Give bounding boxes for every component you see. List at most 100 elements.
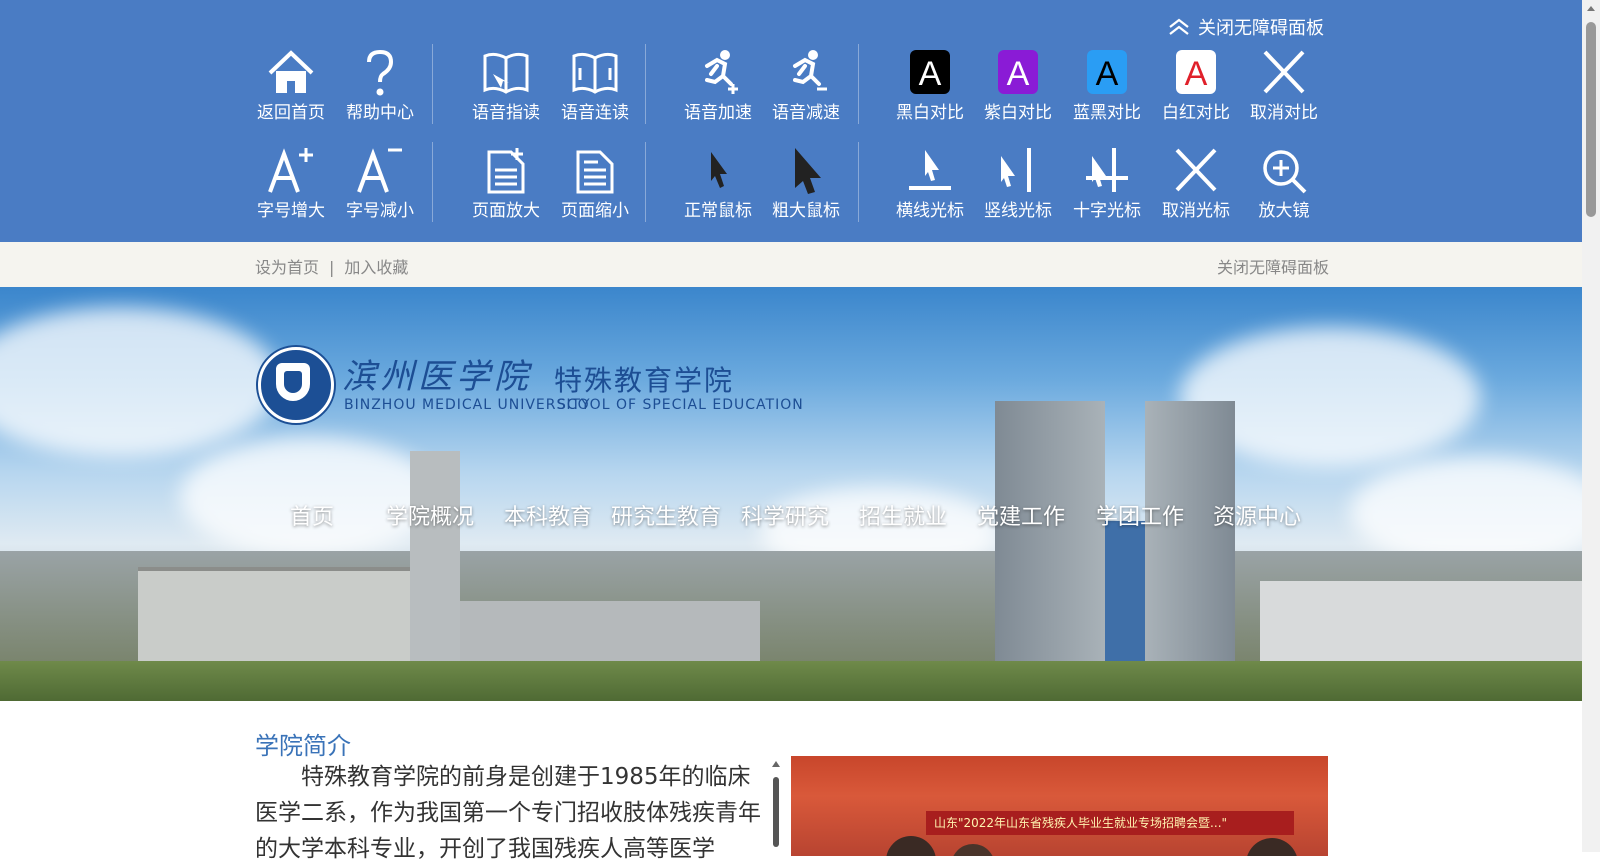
cancel-contrast-button[interactable]: 取消对比 xyxy=(1240,44,1328,136)
news-photo[interactable]: 山东"2022年山东省残疾人毕业生就业专场招聘会暨..." xyxy=(791,756,1328,856)
divider xyxy=(858,142,859,222)
page-zoom-in-icon xyxy=(487,148,525,194)
voice-continuous-label: 语音连读 xyxy=(561,103,629,123)
nav-undergraduate[interactable]: 本科教育 xyxy=(504,499,592,530)
link-separator: | xyxy=(329,258,335,277)
contrast-black-white-button[interactable]: A 黑白对比 xyxy=(886,44,974,136)
scroll-up-icon[interactable] xyxy=(772,761,780,767)
contrast-white-red-icon: A xyxy=(1176,50,1216,94)
cursor-hline-icon xyxy=(909,150,951,190)
contrast-purple-white-label: 紫白对比 xyxy=(984,103,1052,123)
cursor-cross-button[interactable]: 十字光标 xyxy=(1063,142,1151,234)
font-decrease-label: 字号减小 xyxy=(346,201,414,221)
set-homepage-link[interactable]: 设为首页 xyxy=(255,258,319,277)
close-panel-button[interactable]: 关闭无障碍面板 xyxy=(1168,14,1324,40)
voice-speedup-label: 语音加速 xyxy=(684,103,752,123)
contrast-blue-black-button[interactable]: A 蓝黑对比 xyxy=(1063,44,1151,136)
page-zoom-out-button[interactable]: 页面缩小 xyxy=(551,142,639,234)
page-zoom-out-label: 页面缩小 xyxy=(561,201,629,221)
contrast-blue-black-icon: A xyxy=(1087,50,1127,94)
cursor-cross-icon xyxy=(1086,148,1128,192)
school-name-cn: 特殊教育学院 xyxy=(554,364,735,397)
help-label: 帮助中心 xyxy=(346,103,414,123)
photo-banner: 山东"2022年山东省残疾人毕业生就业专场招聘会暨..." xyxy=(926,811,1294,835)
voice-slowdown-label: 语音减速 xyxy=(772,103,840,123)
nav-student-affairs[interactable]: 学团工作 xyxy=(1096,499,1184,530)
add-bookmark-link[interactable]: 加入收藏 xyxy=(344,258,408,277)
runner-plus-icon xyxy=(705,50,738,94)
svg-text:A: A xyxy=(1096,55,1119,93)
nav-research[interactable]: 科学研究 xyxy=(741,499,829,530)
font-decrease-button[interactable]: 字号减小 xyxy=(336,142,424,234)
close-panel-link[interactable]: 关闭无障碍面板 xyxy=(1217,254,1329,278)
help-icon xyxy=(367,49,394,96)
voice-continuous-button[interactable]: 语音连读 xyxy=(551,44,639,136)
cloud xyxy=(0,307,280,457)
cancel-cursor-label: 取消光标 xyxy=(1162,201,1230,221)
home-label: 返回首页 xyxy=(257,103,325,123)
contrast-white-red-label: 白红对比 xyxy=(1162,103,1230,123)
font-increase-button[interactable]: 字号增大 xyxy=(247,142,335,234)
double-chevron-up-icon xyxy=(1169,18,1189,35)
intro-text: 特殊教育学院的前身是创建于1985年的临床医学二系，作为我国第一个专门招收肢体残… xyxy=(255,764,761,862)
home-button[interactable]: 返回首页 xyxy=(247,44,335,136)
runner-minus-icon xyxy=(793,50,827,91)
scroll-up-arrow-icon[interactable] xyxy=(1587,6,1595,11)
cursor-vline-button[interactable]: 竖线光标 xyxy=(974,142,1062,234)
nav-admissions[interactable]: 招生就业 xyxy=(859,499,947,530)
nav-graduate[interactable]: 研究生教育 xyxy=(611,499,721,530)
cursor-normal-button[interactable]: 正常鼠标 xyxy=(674,142,762,234)
voice-speedup-button[interactable]: 语音加速 xyxy=(674,44,762,136)
font-increase-label: 字号增大 xyxy=(257,201,325,221)
university-name-cn: 滨州医学院 xyxy=(342,357,532,397)
svg-text:A: A xyxy=(919,55,942,93)
divider xyxy=(432,44,433,124)
cancel-contrast-label: 取消对比 xyxy=(1250,103,1318,123)
divider xyxy=(645,44,646,124)
cursor-hline-button[interactable]: 横线光标 xyxy=(886,142,974,234)
font-decrease-icon xyxy=(357,148,402,193)
seal-core xyxy=(284,371,302,393)
contrast-purple-white-button[interactable]: A 紫白对比 xyxy=(974,44,1062,136)
school-name-en: SCOOL OF SPECIAL EDUCATION xyxy=(557,397,804,413)
cursor-large-button[interactable]: 粗大鼠标 xyxy=(762,142,850,234)
contrast-blue-black-label: 蓝黑对比 xyxy=(1073,103,1141,123)
magnifier-button[interactable]: 放大镜 xyxy=(1240,142,1328,234)
divider xyxy=(858,44,859,124)
font-increase-icon xyxy=(268,148,313,193)
help-button[interactable]: 帮助中心 xyxy=(336,44,424,136)
magnifier-label: 放大镜 xyxy=(1258,201,1310,221)
page-zoom-out-icon xyxy=(576,150,614,194)
book-open-icon xyxy=(572,52,618,94)
contrast-purple-white-icon: A xyxy=(998,50,1038,94)
page-scrollbar[interactable] xyxy=(1582,0,1600,852)
home-icon xyxy=(268,50,314,93)
university-name-en: BINZHOU MEDICAL UNIVERSITY xyxy=(344,397,591,413)
cursor-normal-label: 正常鼠标 xyxy=(684,201,752,221)
nav-home[interactable]: 首页 xyxy=(290,499,334,530)
cursor-large-icon xyxy=(795,148,821,194)
header-banner: 滨州医学院 BINZHOU MEDICAL UNIVERSITY 特殊教育学院 … xyxy=(0,287,1582,701)
voice-pointer-button[interactable]: 语音指读 xyxy=(462,44,550,136)
top-link-bar: 设为首页 | 加入收藏 关闭无障碍面板 xyxy=(0,242,1582,287)
nav-party[interactable]: 党建工作 xyxy=(977,499,1065,530)
cursor-vline-label: 竖线光标 xyxy=(984,201,1052,221)
intro-title[interactable]: 学院简介 xyxy=(255,726,351,761)
tower-left xyxy=(995,401,1105,701)
person xyxy=(886,836,936,856)
intro-scrollbar[interactable] xyxy=(771,761,781,852)
nav-about[interactable]: 学院概况 xyxy=(386,499,474,530)
contrast-white-red-button[interactable]: A 白红对比 xyxy=(1152,44,1240,136)
divider xyxy=(432,142,433,222)
page-scroll-thumb[interactable] xyxy=(1586,22,1596,217)
voice-slowdown-button[interactable]: 语音减速 xyxy=(762,44,850,136)
cursor-large-label: 粗大鼠标 xyxy=(772,201,840,221)
nav-resources[interactable]: 资源中心 xyxy=(1213,499,1301,530)
scroll-thumb[interactable] xyxy=(773,777,779,847)
cursor-normal-icon xyxy=(711,152,727,188)
person xyxy=(951,844,995,856)
cancel-cursor-button[interactable]: 取消光标 xyxy=(1152,142,1240,234)
page-zoom-in-button[interactable]: 页面放大 xyxy=(462,142,550,234)
contrast-black-white-icon: A xyxy=(910,50,950,94)
main-content: 学院简介 特殊教育学院的前身是创建于1985年的临床医学二系，作为我国第一个专门… xyxy=(0,701,1582,862)
